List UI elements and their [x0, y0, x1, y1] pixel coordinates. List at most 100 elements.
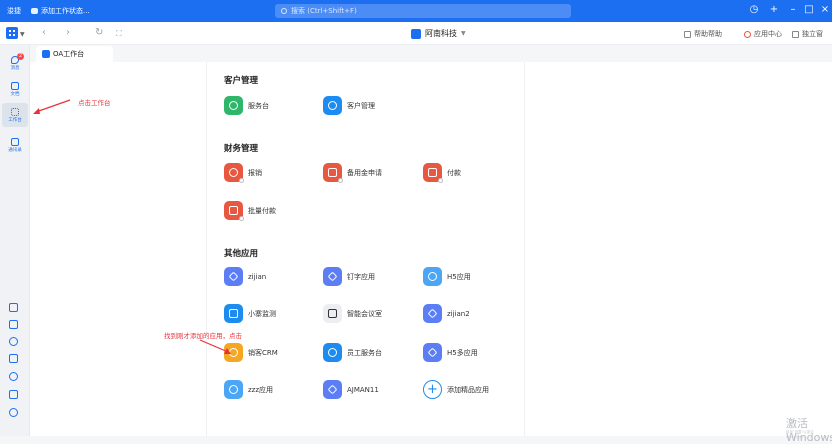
back-icon[interactable]: ‹: [42, 27, 46, 38]
app-label: 钉字应用: [347, 272, 375, 281]
petty-cash-icon: [323, 163, 343, 183]
sidebar-item-label: 通讯录: [8, 147, 22, 153]
app-tile[interactable]: 备用金申请: [323, 163, 382, 183]
section-title-customer: 客户管理: [224, 76, 259, 86]
app-label: zijian2: [447, 309, 470, 318]
oa-icon: [42, 50, 50, 58]
app-center-button[interactable]: 应用中心: [744, 29, 782, 39]
refresh-icon[interactable]: ↻: [95, 27, 103, 38]
help-button[interactable]: 帮助帮助: [684, 29, 722, 39]
chevron-down-icon[interactable]: ▼: [20, 31, 25, 38]
diamond-icon: [423, 304, 442, 323]
app-tile[interactable]: AJMAN11: [323, 380, 379, 399]
sidebar-item-label: 消息: [10, 65, 20, 71]
headset-icon: [423, 267, 442, 286]
global-search-input[interactable]: 搜索 (Ctrl+Shift+F): [275, 4, 571, 18]
sidebar-item-docs[interactable]: 文档: [2, 77, 28, 101]
activation-watermark-sub: 转到"设置"以激活 Windows。: [786, 430, 814, 439]
app-tile[interactable]: H5多应用: [423, 343, 478, 362]
app-label: AJMAN11: [347, 385, 379, 394]
app-label: H5多应用: [447, 348, 478, 357]
content-left-panel: [30, 62, 206, 436]
diamond-icon: [323, 380, 342, 399]
sidebar-item-messages[interactable]: 消息 2: [2, 51, 28, 75]
contacts-icon: [11, 137, 19, 146]
app-tile-crm[interactable]: 销客CRM: [224, 343, 278, 362]
app-center-label: 应用中心: [754, 30, 782, 38]
history-icon[interactable]: ◷: [747, 4, 761, 16]
more-icon[interactable]: [9, 408, 18, 417]
mail-icon[interactable]: [9, 354, 18, 363]
search-icon: [281, 8, 287, 14]
app-label: 添加精品应用: [447, 385, 489, 394]
app-label: H5应用: [447, 272, 471, 281]
annotation-crm: 找到刚才添加的应用，点击: [164, 332, 242, 340]
sidebar-item-label: 工作台: [8, 117, 22, 123]
help-label: 帮助帮助: [694, 30, 722, 38]
app-tile[interactable]: zzz应用: [224, 380, 273, 399]
reimburse-icon: [224, 163, 244, 183]
drive-icon[interactable]: [9, 390, 18, 399]
search-placeholder: 搜索 (Ctrl+Shift+F): [291, 7, 357, 15]
app-label: 服务台: [248, 101, 269, 110]
sidebar-item-workbench[interactable]: 工作台: [2, 103, 28, 127]
app-label: 批量付款: [248, 206, 276, 215]
section-title-finance: 财务管理: [224, 144, 259, 154]
app-tile[interactable]: H5应用: [423, 267, 471, 286]
app-grid-icon[interactable]: [6, 27, 18, 39]
staff-service-icon: [323, 343, 342, 362]
calendar-icon[interactable]: [9, 303, 18, 312]
minimize-icon[interactable]: –: [786, 4, 800, 16]
camera-icon: [224, 304, 243, 323]
app-tile[interactable]: 钉字应用: [323, 267, 375, 286]
todo-icon[interactable]: [9, 320, 18, 329]
phone-icon[interactable]: [9, 372, 18, 381]
standalone-label: 独立窗: [802, 30, 823, 38]
content-right-panel: [525, 62, 832, 436]
payment-icon: [423, 163, 443, 183]
forward-icon[interactable]: ›: [66, 27, 70, 38]
app-tile[interactable]: 批量付款: [224, 201, 276, 221]
annotation-workbench: 点击工作台: [78, 99, 111, 107]
org-icon: [411, 28, 421, 39]
workbench-grid-icon: [11, 107, 19, 116]
app-label: 小寨监测: [248, 309, 276, 318]
chat-bubble-icon: [31, 8, 38, 14]
app-tile[interactable]: zijian2: [423, 304, 470, 323]
app-tile[interactable]: 员工服务台: [323, 343, 382, 362]
diamond-icon: [323, 267, 342, 286]
add-app-button[interactable]: + 添加精品应用: [423, 380, 489, 399]
app-tile[interactable]: 付款: [423, 163, 461, 183]
standalone-window-button[interactable]: 独立窗: [792, 29, 823, 39]
chevron-down-icon: ▼: [461, 30, 466, 37]
app-label: 销客CRM: [248, 348, 278, 357]
unread-badge: 2: [17, 53, 24, 60]
batch-payment-icon: [224, 201, 244, 221]
status-notice[interactable]: 添加工作状态...: [31, 6, 90, 16]
app-tile[interactable]: 服务台: [224, 96, 269, 115]
clock-icon: [224, 343, 243, 362]
org-switcher[interactable]: 阿南科技 ▼: [411, 28, 466, 39]
add-icon: +: [423, 380, 442, 399]
app-tile[interactable]: 报销: [224, 163, 262, 183]
org-name: 阿南科技: [425, 29, 457, 38]
sidebar-item-contacts[interactable]: 通讯录: [2, 133, 28, 157]
app-tile[interactable]: zijian: [224, 267, 266, 286]
app-label: zijian: [248, 272, 267, 281]
close-icon[interactable]: ×: [818, 4, 832, 16]
app-tile[interactable]: 小寨监测: [224, 304, 276, 323]
section-title-other: 其他应用: [224, 249, 259, 259]
ding-icon[interactable]: [9, 337, 18, 346]
plus-icon[interactable]: +: [767, 4, 781, 16]
app-label: 备用金申请: [347, 168, 382, 177]
title-bar: 浚捷 添加工作状态... 搜索 (Ctrl+Shift+F) ◷ + – □ ×: [0, 0, 832, 22]
tab-oa-workbench[interactable]: OA工作台: [36, 46, 113, 62]
window-icon: [792, 30, 799, 38]
tab-label: OA工作台: [53, 50, 85, 58]
fullscreen-icon[interactable]: ⛶: [116, 29, 122, 39]
app-tile[interactable]: 客户管理: [323, 96, 375, 115]
app-tile[interactable]: 智能会议室: [323, 304, 382, 323]
app-label: 客户管理: [347, 101, 375, 110]
maximize-icon[interactable]: □: [802, 4, 816, 16]
service-desk-icon: [224, 96, 243, 115]
